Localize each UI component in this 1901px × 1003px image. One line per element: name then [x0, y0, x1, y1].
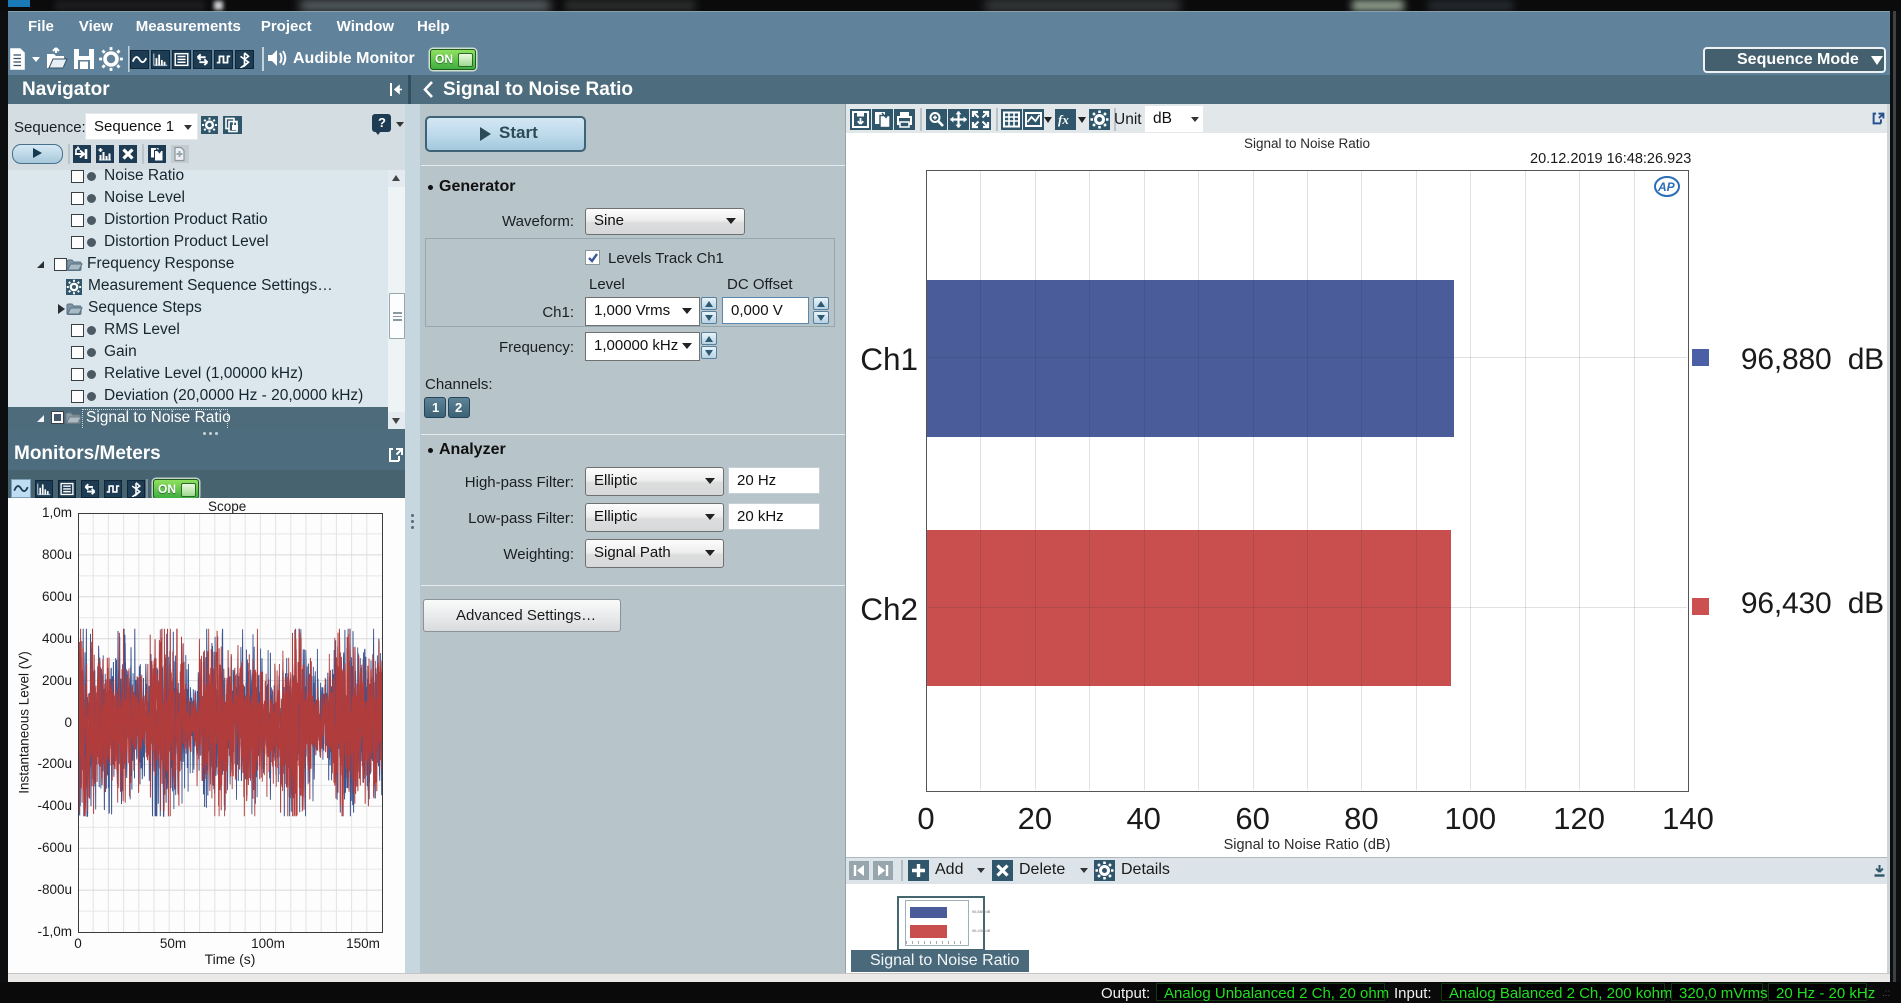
svg-text:fx: fx	[1058, 112, 1069, 127]
svg-text:AP: AP	[1657, 180, 1676, 194]
